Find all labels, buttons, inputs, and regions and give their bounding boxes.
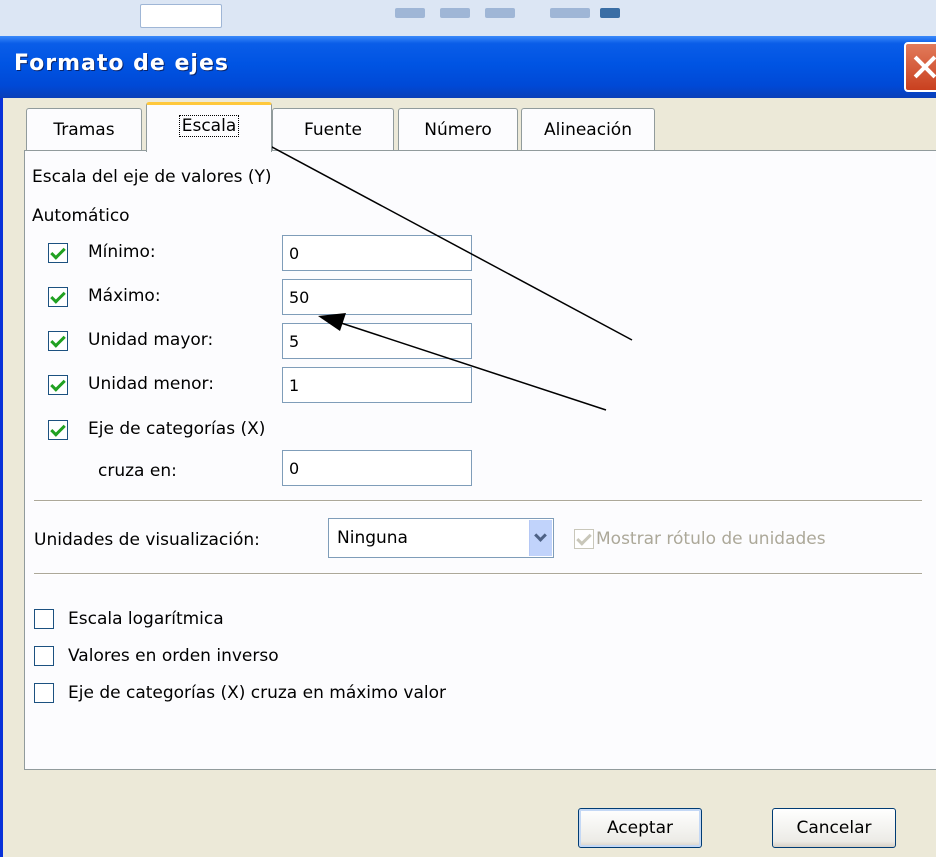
tab-escala[interactable]: Escala [146,102,272,152]
annotation-arrows [226,121,633,411]
arrow-head-icon [318,313,346,331]
annotation-arrow-line [337,321,607,411]
annotation-arrow-line [243,131,633,341]
